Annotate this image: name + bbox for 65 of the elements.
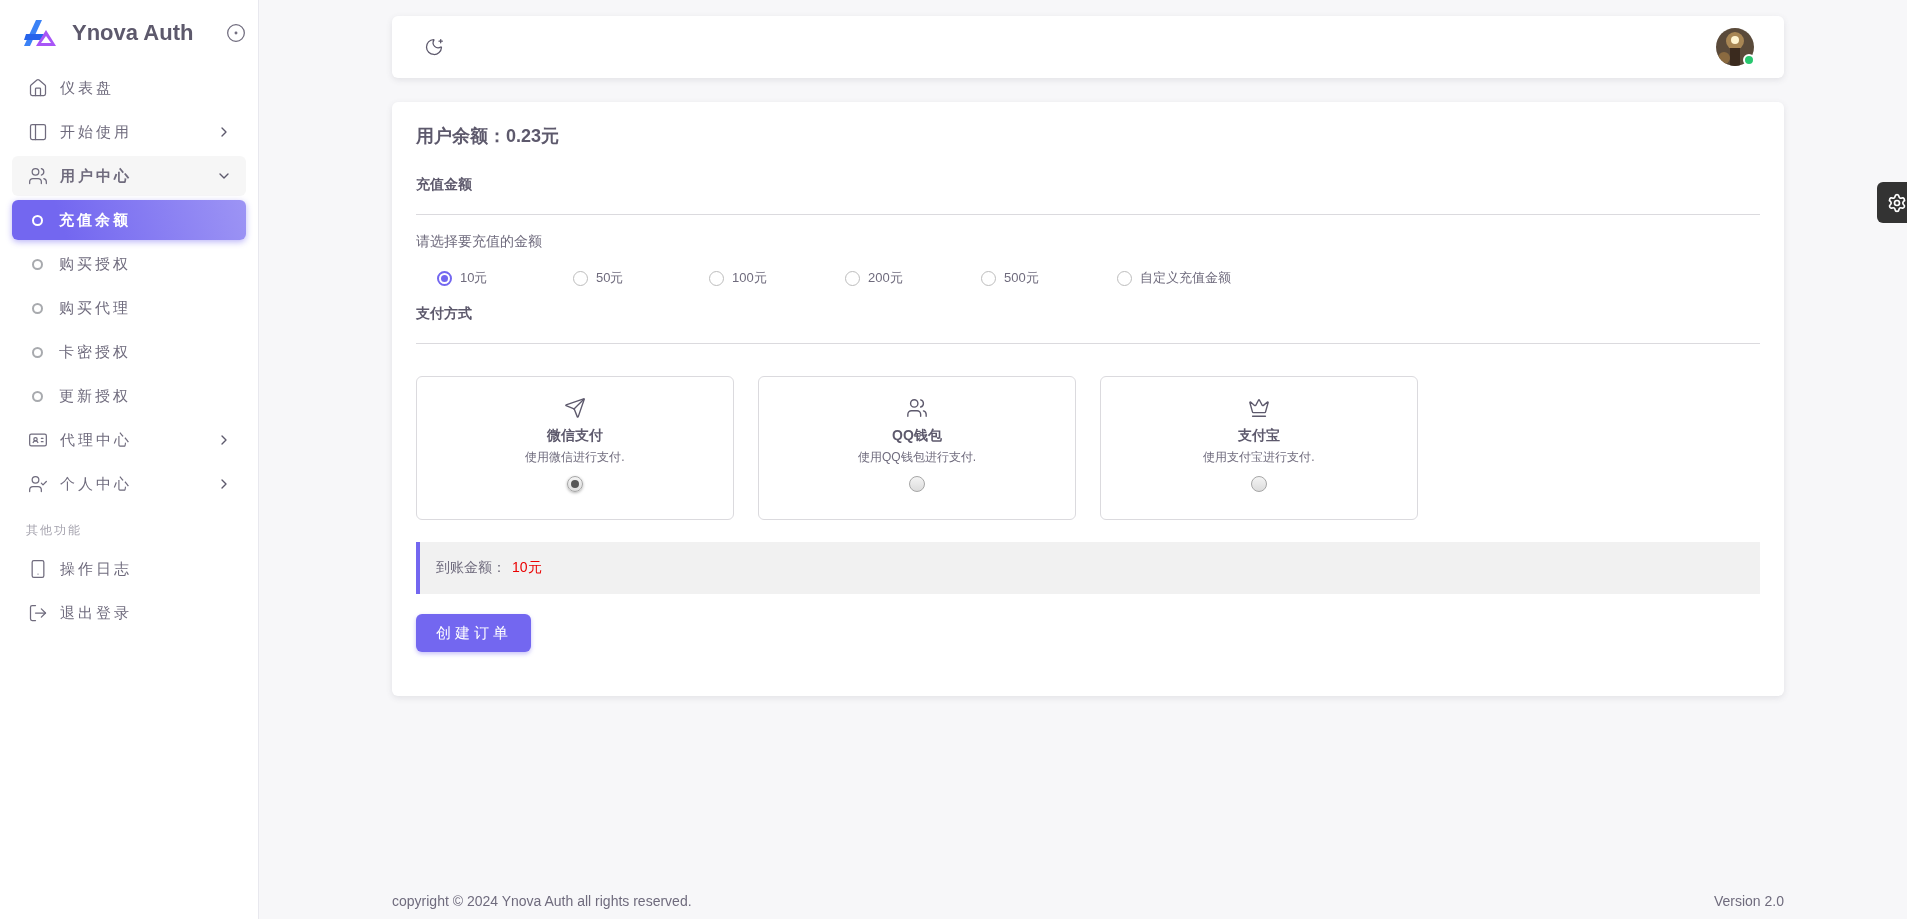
house-icon [28,78,48,98]
prompt-text: 请选择要充值的金额 [416,233,543,251]
submenu-item[interactable]: 购买代理 [12,288,246,328]
menu-item[interactable]: 开始使用 [12,112,246,152]
amount-option[interactable]: 100元 [709,269,845,287]
option-label: 自定义充值金额 [1140,269,1231,287]
submenu-item[interactable]: 更新授权 [12,376,246,416]
logout-icon [28,603,48,623]
option-label: 200元 [868,269,903,287]
amount-option[interactable]: 200元 [845,269,981,287]
radio-button[interactable] [437,270,452,286]
option-label: 100元 [732,269,767,287]
amount-option[interactable]: 10元 [437,269,573,287]
user-check-icon [28,474,48,494]
send-icon [564,397,586,419]
option-label: 500元 [1004,269,1039,287]
section-title: 其他功能 [25,522,83,539]
settings-icon [1887,192,1907,213]
users-icon [906,397,928,419]
menu-item[interactable]: 仪表盘 [12,68,246,108]
option-label: 10元 [460,269,488,287]
option-label: 50元 [596,269,624,287]
payment-name: 支付宝 [1238,427,1280,445]
crown-icon [1248,397,1270,419]
payment-name: QQ钱包 [892,427,942,445]
radio-button[interactable] [1251,476,1267,492]
circle-icon [32,214,43,226]
payment-card[interactable]: 支付宝 使用支付宝进行支付. [1100,376,1418,520]
menu-item[interactable]: 代理中心 [12,420,246,460]
payment-card[interactable]: QQ钱包 使用QQ钱包进行支付. [758,376,1076,520]
arrival-value: 10元 [512,559,542,577]
amount-option[interactable]: 50元 [573,269,709,287]
moon-icon[interactable] [424,37,444,57]
version-text: Version 2.0 [1713,893,1784,909]
arrival-label: 到账金额： [436,559,506,577]
circle-icon [32,390,43,402]
create-order-button[interactable]: 创建订单 [416,614,531,652]
brand-name: Ynova Auth [72,20,195,46]
circle-icon [32,258,43,270]
submenu-item[interactable]: 充值余额 [12,200,246,240]
submenu-item[interactable]: 购买授权 [12,244,246,284]
payment-name: 微信支付 [547,427,603,445]
submenu-item[interactable]: 卡密授权 [12,332,246,372]
payment-description: 使用QQ钱包进行支付. [858,449,976,466]
payment-description: 使用微信进行支付. [525,449,625,466]
radio-button[interactable] [909,476,925,492]
menu-item[interactable]: 操作日志 [12,549,246,589]
menu-item[interactable]: 个人中心 [12,464,246,504]
section-heading: 充值金额 [416,176,1760,215]
menu-item[interactable]: 用户中心 [12,156,246,196]
radio-button[interactable] [567,476,583,492]
circle-icon [32,346,43,358]
balance-title: 用户余额：0.23元 [416,125,561,148]
settings-button[interactable] [1877,182,1907,223]
payment-description: 使用支付宝进行支付. [1203,449,1315,466]
amount-option[interactable]: 500元 [981,269,1117,287]
payment-card[interactable]: 微信支付 使用微信进行支付. [416,376,734,520]
collapse-icon[interactable] [226,23,246,43]
circle-icon [32,302,43,314]
users-icon [28,166,48,186]
section-heading: 支付方式 [416,305,1760,344]
copyright-text: copyright © 2024 Ynova Auth all rights reserved. [392,893,692,909]
amount-option[interactable]: 自定义充值金额 [1117,269,1253,287]
menu-item[interactable]: 退出登录 [12,593,246,633]
panel-icon [28,122,48,142]
